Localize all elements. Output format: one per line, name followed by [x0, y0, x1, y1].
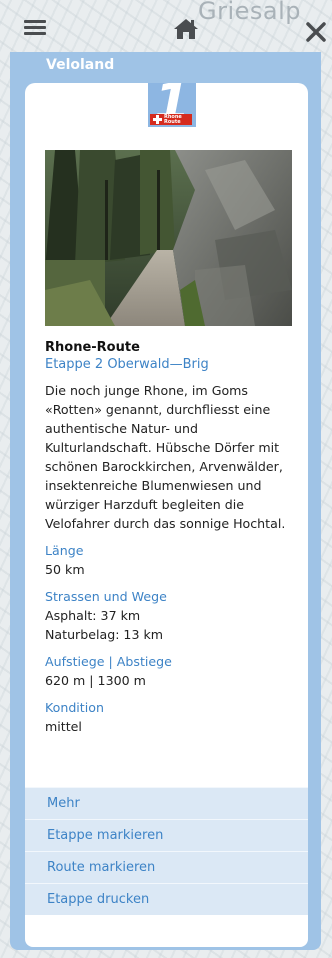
- fact-value: Asphalt: 37 km: [45, 608, 141, 623]
- fact-surfaces: Strassen und Wege Asphalt: 37 km Naturbe…: [45, 587, 295, 644]
- fact-value: mittel: [45, 719, 82, 734]
- fact-elevation: Aufstiege | Abstiege 620 m | 1300 m: [45, 652, 295, 690]
- map-place-label: Griesalp: [198, 0, 302, 25]
- stage-title: Etappe 2 Oberwald—Brig: [45, 357, 209, 372]
- route-badge: 1 Rhone Route: [148, 83, 196, 133]
- route-photo: [45, 150, 292, 326]
- veloland-panel: Veloland 1 Rhone Route Rhone-Route Etapp…: [10, 52, 321, 950]
- badge-text: Rhone Route: [163, 113, 182, 125]
- fact-fitness: Kondition mittel: [45, 698, 295, 736]
- print-stage-button[interactable]: Etappe drucken: [25, 883, 308, 915]
- fact-length: Länge 50 km: [45, 541, 295, 579]
- more-button[interactable]: Mehr: [25, 787, 308, 819]
- fact-label: Kondition: [45, 700, 104, 715]
- fact-value: Naturbelag: 13 km: [45, 627, 164, 642]
- home-icon[interactable]: [173, 18, 199, 40]
- fact-label: Länge: [45, 543, 84, 558]
- fact-value: 620 m | 1300 m: [45, 673, 146, 688]
- fact-label: Aufstiege | Abstiege: [45, 654, 172, 669]
- actions-list: Mehr Etappe markieren Route markieren Et…: [25, 787, 308, 915]
- route-number: 1: [153, 83, 191, 133]
- route-details: Rhone-Route Etappe 2 Oberwald—Brig Die n…: [45, 339, 295, 736]
- route-card: 1 Rhone Route Rhone-Route Etappe 2 Oberw…: [25, 83, 308, 947]
- route-description: Die noch junge Rhone, im Goms «Rotten» g…: [45, 383, 286, 531]
- panel-header: Veloland: [46, 57, 115, 73]
- close-icon[interactable]: [302, 16, 332, 46]
- hamburger-icon[interactable]: [24, 20, 46, 36]
- fact-value: 50 km: [45, 562, 85, 577]
- mark-route-button[interactable]: Route markieren: [25, 851, 308, 883]
- mark-stage-button[interactable]: Etappe markieren: [25, 819, 308, 851]
- fact-label: Strassen und Wege: [45, 589, 167, 604]
- route-title: Rhone-Route: [45, 340, 140, 355]
- swiss-flag-icon: Rhone Route: [150, 114, 192, 125]
